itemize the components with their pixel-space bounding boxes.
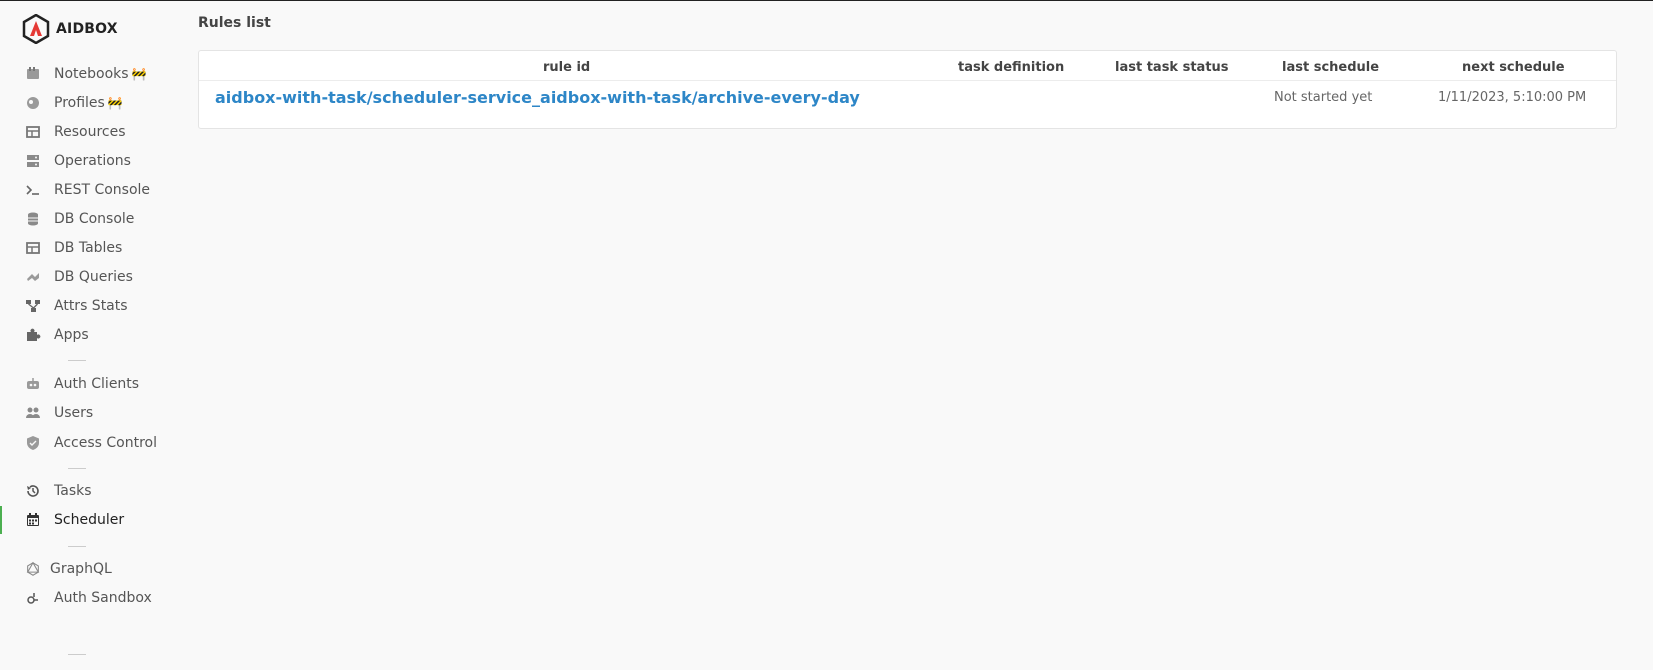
sidebar-item-db-queries[interactable]: DB Queries (0, 263, 180, 291)
sidebar-item-auth-clients[interactable]: Auth Clients (0, 370, 180, 398)
sidebar-divider (68, 468, 86, 469)
sidebar-item-label: Tasks (54, 483, 92, 499)
notebook-icon (25, 66, 41, 82)
sidebar-item-tasks[interactable]: Tasks (0, 477, 180, 505)
aidbox-logo-icon (22, 14, 50, 44)
sidebar-divider (68, 360, 86, 361)
database-icon (25, 211, 41, 227)
sidebar-item-label: Profiles (54, 95, 105, 111)
sidebar-item-attrs-stats[interactable]: Attrs Stats (0, 292, 180, 320)
wip-badge: 🚧 (107, 96, 123, 110)
tree-icon (25, 298, 41, 314)
sidebar-item-label: Users (54, 405, 94, 421)
profile-icon (25, 95, 41, 111)
sidebar-item-apps[interactable]: Apps (0, 321, 180, 349)
wip-badge: 🚧 (131, 67, 147, 81)
sidebar-item-label: DB Console (54, 211, 135, 227)
sidebar-item-label: Auth Clients (54, 376, 140, 392)
logo-text: AIDBOX (56, 21, 118, 37)
sidebar-item-scheduler[interactable]: Scheduler (0, 506, 180, 534)
sidebar-item-label: Access Control (54, 435, 157, 451)
sidebar-item-label: Operations (54, 153, 131, 169)
sidebar-item-profiles[interactable]: Profiles 🚧 (0, 89, 180, 117)
table-icon (25, 240, 41, 256)
rules-table: rule id task definition last task status… (198, 50, 1617, 129)
history-icon (25, 483, 41, 499)
column-header-next-schedule[interactable]: next schedule (1462, 60, 1565, 75)
puzzle-icon (25, 327, 41, 343)
sidebar-item-db-tables[interactable]: DB Tables (0, 234, 180, 262)
sidebar-item-users[interactable]: Users (0, 399, 180, 427)
calendar-icon (25, 512, 41, 528)
resources-icon (25, 124, 41, 140)
sidebar-item-resources[interactable]: Resources (0, 118, 180, 146)
sidebar-divider (68, 546, 86, 547)
terminal-icon (25, 182, 41, 198)
sidebar-item-db-console[interactable]: DB Console (0, 205, 180, 233)
sidebar-item-notebooks[interactable]: Notebooks 🚧 (0, 60, 180, 88)
sidebar-item-label: REST Console (54, 182, 151, 198)
sidebar-item-label: Scheduler (54, 512, 125, 528)
sidebar-item-label: GraphQL (50, 561, 112, 577)
sidebar-item-label: DB Queries (54, 269, 133, 285)
sidebar: AIDBOX Notebooks 🚧 Profiles 🚧 Resources Op… (0, 1, 180, 670)
sidebar-item-label: Auth Sandbox (54, 590, 152, 606)
sidebar-item-access-control[interactable]: Access Control (0, 429, 180, 457)
query-icon (25, 269, 41, 285)
robot-icon (25, 376, 41, 392)
sidebar-item-label: Apps (54, 327, 89, 343)
sidebar-item-auth-sandbox[interactable]: Auth Sandbox (0, 584, 180, 612)
sidebar-item-label: Attrs Stats (54, 298, 128, 314)
sidebar-item-label: Notebooks (54, 66, 129, 82)
sidebar-item-rest-console[interactable]: REST Console (0, 176, 180, 204)
sandbox-icon (25, 590, 41, 606)
column-header-last-task-status[interactable]: last task status (1115, 60, 1229, 75)
sidebar-item-graphql[interactable]: GraphQL (0, 555, 180, 583)
sidebar-item-operations[interactable]: Operations (0, 147, 180, 175)
users-icon (25, 405, 41, 421)
operations-icon (25, 153, 41, 169)
sidebar-item-label: Resources (54, 124, 126, 140)
header-divider (199, 80, 1616, 81)
rule-id-link[interactable]: aidbox-with-task/scheduler-service_aidbo… (215, 88, 860, 107)
column-header-last-schedule[interactable]: last schedule (1282, 60, 1379, 75)
column-header-task-definition[interactable]: task definition (958, 60, 1064, 75)
page-title: Rules list (198, 15, 271, 31)
column-header-rule-id[interactable]: rule id (543, 60, 590, 75)
sidebar-item-label: DB Tables (54, 240, 123, 256)
last-schedule-cell: Not started yet (1274, 90, 1373, 105)
next-schedule-cell: 1/11/2023, 5:10:00 PM (1438, 90, 1587, 105)
logo[interactable]: AIDBOX (22, 14, 118, 44)
sidebar-divider (68, 654, 86, 655)
shield-icon (25, 435, 41, 451)
graphql-icon (25, 561, 41, 577)
